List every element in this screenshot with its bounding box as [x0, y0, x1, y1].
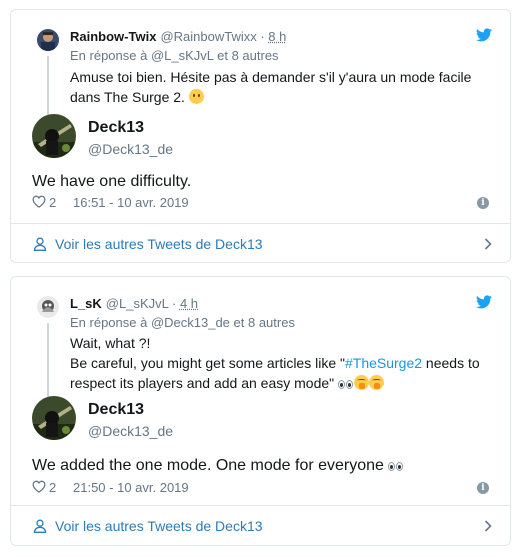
tweet-text-line: Wait, what ?!	[70, 335, 151, 351]
thread-line	[47, 323, 49, 399]
tweet-text: We have one difficulty.	[32, 173, 192, 190]
like-count[interactable]: 2	[49, 193, 56, 213]
reply-context[interactable]: En réponse à @Deck13_de et 8 autres	[70, 314, 295, 332]
tweet-card: Rainbow-Twix @RainbowTwixx · 8 h En répon…	[10, 9, 511, 263]
main-tweet-header: Deck13 @Deck13_de	[32, 396, 332, 442]
tweet-text-content: We added the one mode. One mode for ever…	[32, 457, 389, 474]
view-more-tweets-label: Voir les autres Tweets de Deck13	[55, 518, 263, 534]
tweet-meta: 2 21:50 - 10 avr. 2019 i	[32, 478, 489, 498]
parent-tweet[interactable]: L_sK @L_sKJvL · 4 h En réponse à @Deck13_…	[11, 277, 510, 399]
hashtag-link[interactable]: #TheSurge2	[345, 355, 422, 371]
author-name[interactable]: L_sK	[70, 296, 102, 311]
main-tweet-header: Deck13 @Deck13_de	[32, 114, 332, 160]
author-handle[interactable]: @Deck13_de	[88, 422, 173, 440]
eyes-icon	[338, 374, 354, 394]
tweet-text: We added the one mode. One mode for ever…	[32, 455, 404, 478]
separator: ·	[168, 296, 180, 311]
author-name[interactable]: Deck13	[88, 401, 144, 419]
author-handle[interactable]: @RainbowTwixx	[160, 29, 256, 44]
tweet-text-line: Be careful, you might get some articles …	[70, 355, 345, 371]
shushing-face-icon	[354, 375, 370, 390]
avatar[interactable]	[37, 29, 59, 51]
tweet-timestamp[interactable]: 21:50 - 10 avr. 2019	[73, 478, 189, 498]
reply-context[interactable]: En réponse à @L_sKJvL et 8 autres	[70, 47, 279, 65]
user-icon	[33, 519, 47, 533]
like-count[interactable]: 2	[49, 478, 56, 498]
twitter-bird-icon[interactable]	[476, 28, 492, 42]
avatar[interactable]	[32, 396, 76, 440]
twitter-bird-icon[interactable]	[476, 295, 492, 309]
separator: ·	[256, 29, 269, 44]
tweet-time[interactable]: 8 h	[268, 29, 286, 44]
tweet-meta: 2 16:51 - 10 avr. 2019 i	[32, 193, 489, 213]
tweet-text-line: dans The Surge 2.	[70, 89, 189, 105]
parent-tweet[interactable]: Rainbow-Twix @RainbowTwixx · 8 h En répon…	[11, 10, 510, 118]
tweet-card: L_sK @L_sKJvL · 4 h En réponse à @Deck13_…	[10, 276, 511, 546]
author-name[interactable]: Rainbow-Twix	[70, 29, 156, 44]
eyes-icon	[388, 456, 404, 478]
author-name[interactable]: Deck13	[88, 119, 144, 137]
info-icon[interactable]: i	[477, 482, 489, 494]
view-more-tweets-link[interactable]: Voir les autres Tweets de Deck13	[11, 224, 510, 264]
author-handle[interactable]: @Deck13_de	[88, 140, 173, 158]
heart-icon[interactable]	[32, 195, 46, 208]
avatar[interactable]	[32, 114, 76, 158]
parent-header: L_sK @L_sKJvL · 4 h	[70, 295, 198, 313]
author-handle[interactable]: @L_sKJvL	[106, 296, 169, 311]
tweet-text-line: needs to	[422, 355, 480, 371]
parent-header: Rainbow-Twix @RainbowTwixx · 8 h	[70, 28, 286, 46]
chevron-right-icon	[484, 520, 492, 532]
tweet-text-line: respect its players and add an easy mode…	[70, 375, 339, 391]
view-more-tweets-label: Voir les autres Tweets de Deck13	[55, 236, 263, 252]
parent-tweet-text: Amuse toi bien. Hésite pas à demander s'…	[70, 67, 490, 107]
heart-icon[interactable]	[32, 480, 46, 493]
shushing-face-icon	[369, 375, 385, 390]
user-icon	[33, 237, 47, 251]
avatar[interactable]	[37, 296, 59, 318]
face-without-mouth-icon	[188, 89, 204, 104]
info-icon[interactable]: i	[477, 197, 489, 209]
tweet-text-line: Amuse toi bien. Hésite pas à demander s'…	[70, 69, 472, 85]
tweet-time[interactable]: 4 h	[180, 296, 198, 311]
thread-line	[47, 56, 49, 118]
view-more-tweets-link[interactable]: Voir les autres Tweets de Deck13	[11, 506, 510, 546]
parent-tweet-text: Wait, what ?! Be careful, you might get …	[70, 333, 490, 394]
tweet-timestamp[interactable]: 16:51 - 10 avr. 2019	[73, 193, 189, 213]
chevron-right-icon	[484, 238, 492, 250]
